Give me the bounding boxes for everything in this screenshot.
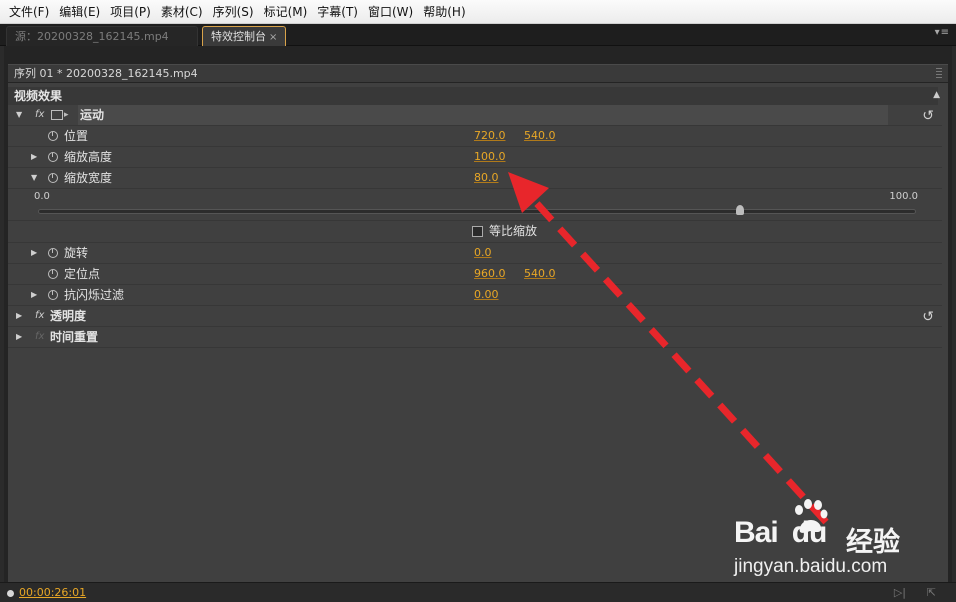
uniform-scale-checkbox[interactable] (472, 226, 483, 237)
effect-time-remap-label: 时间重置 (50, 330, 99, 344)
collapse-triangle-icon[interactable]: ▼ (31, 168, 37, 188)
anchor-y-value[interactable]: 540.0 (524, 264, 556, 284)
param-anchor-point: 定位点 960.0 540.0 (8, 264, 942, 285)
motion-highlight (78, 105, 888, 125)
position-y-value[interactable]: 540.0 (524, 126, 556, 146)
param-position: 位置 720.0 540.0 (8, 126, 942, 147)
expand-triangle-icon[interactable]: ▶ (31, 147, 37, 167)
panel-tab-bar: 源：20200328_162145.mp4 特效控制台 × ▾≡ (0, 24, 956, 46)
transform-icon[interactable] (51, 105, 69, 125)
param-scale-height: ▶ 缩放高度 100.0 (8, 147, 942, 168)
menu-title[interactable]: 字幕(T) (312, 2, 363, 22)
fx-icon: fx (35, 331, 45, 342)
reset-icon[interactable]: ↺ (922, 307, 934, 327)
param-scale-height-label: 缩放高度 (64, 150, 113, 164)
menu-clip[interactable]: 素材(C) (156, 2, 208, 22)
panel-menu-icon[interactable]: ▾≡ (935, 27, 950, 38)
effect-opacity[interactable]: ▶ fx 透明度 ↺ (8, 306, 942, 327)
watermark-bai: Bai (734, 516, 779, 549)
param-rotation-label: 旋转 (64, 246, 89, 260)
anti-flicker-value[interactable]: 0.00 (474, 285, 499, 305)
status-bar: 00:00:26:01 ▷| ⇱ (0, 582, 956, 602)
menu-sequence[interactable]: 序列(S) (208, 2, 259, 22)
stopwatch-icon[interactable] (48, 131, 58, 141)
param-anti-flicker-label: 抗闪烁过滤 (64, 288, 125, 302)
fx-icon[interactable]: fx (35, 306, 44, 326)
menu-help[interactable]: 帮助(H) (418, 2, 470, 22)
position-x-value[interactable]: 720.0 (474, 126, 506, 146)
scale-width-slider-thumb[interactable] (736, 205, 745, 215)
rotation-value[interactable]: 0.0 (474, 243, 492, 263)
watermark-jingyan: 经验 (846, 527, 900, 558)
sequence-header: 序列 01 * 20200328_162145.mp4 (8, 64, 948, 82)
sequence-label: 序列 01 * 20200328_162145.mp4 (14, 67, 198, 80)
stopwatch-icon[interactable] (48, 248, 58, 258)
play-only-icon[interactable]: ▷| (894, 586, 906, 599)
param-scale-width-label: 缩放宽度 (64, 171, 113, 185)
menu-edit[interactable]: 编辑(E) (54, 2, 105, 22)
tab-effect-controls[interactable]: 特效控制台 × (202, 26, 286, 46)
expand-triangle-icon[interactable]: ▶ (16, 306, 22, 326)
scale-width-value[interactable]: 80.0 (474, 168, 499, 188)
param-scale-width: ▼ 缩放宽度 80.0 (8, 168, 942, 189)
uniform-scale-row: 等比缩放 (8, 221, 942, 243)
scale-height-value[interactable]: 100.0 (474, 147, 506, 167)
watermark-du: du (791, 516, 828, 549)
playhead-icon (7, 590, 14, 597)
baidu-watermark: Bai du 经验 jingyan.baidu.com (734, 499, 914, 584)
param-rotation: ▶ 旋转 0.0 (8, 243, 942, 264)
watermark-url: jingyan.baidu.com (734, 556, 888, 577)
stopwatch-icon[interactable] (48, 152, 58, 162)
slider-max-label: 100.0 (889, 191, 918, 202)
fx-icon[interactable]: fx (35, 105, 44, 125)
expand-triangle-icon[interactable]: ▶ (31, 285, 37, 305)
section-title: 视频效果 (14, 89, 63, 103)
timecode[interactable]: 00:00:26:01 (19, 586, 86, 599)
scale-width-slider-row: 0.0 100.0 (8, 189, 942, 221)
expand-triangle-icon[interactable]: ▶ (16, 327, 22, 347)
effect-motion-label: 运动 (80, 108, 105, 122)
param-position-label: 位置 (64, 129, 89, 143)
param-anti-flicker: ▶ 抗闪烁过滤 0.00 (8, 285, 942, 306)
collapse-triangle-icon[interactable]: ▼ (16, 105, 22, 125)
stopwatch-icon[interactable] (48, 269, 58, 279)
menu-marker[interactable]: 标记(M) (259, 2, 313, 22)
grip-icon[interactable] (936, 68, 942, 79)
param-anchor-point-label: 定位点 (64, 267, 101, 281)
menu-file[interactable]: 文件(F) (4, 2, 54, 22)
menu-project[interactable]: 项目(P) (105, 2, 156, 22)
tab-source[interactable]: 源：20200328_162145.mp4 (6, 26, 198, 46)
reset-icon[interactable]: ↺ (922, 106, 934, 126)
menu-bar: 文件(F) 编辑(E) 项目(P) 素材(C) 序列(S) 标记(M) 字幕(T… (0, 0, 956, 24)
export-icon[interactable]: ⇱ (927, 586, 936, 599)
watermark-brand: Bai du (734, 516, 828, 550)
anchor-x-value[interactable]: 960.0 (474, 264, 506, 284)
tab-effect-controls-label: 特效控制台 (211, 30, 266, 43)
scroll-up-icon[interactable]: ▲ (933, 90, 940, 100)
scale-width-slider-track[interactable] (38, 209, 916, 214)
effect-motion[interactable]: ▼ fx 运动 ↺ (8, 105, 942, 126)
expand-triangle-icon[interactable]: ▶ (31, 243, 37, 263)
section-video-effects: 视频效果 (8, 87, 938, 105)
close-icon[interactable]: × (269, 32, 277, 43)
effect-opacity-label: 透明度 (50, 309, 87, 323)
menu-window[interactable]: 窗口(W) (363, 2, 418, 22)
effect-time-remap[interactable]: ▶ fx 时间重置 (8, 327, 942, 348)
stopwatch-icon[interactable] (48, 173, 58, 183)
uniform-scale-label: 等比缩放 (489, 224, 538, 238)
stopwatch-icon[interactable] (48, 290, 58, 300)
slider-min-label: 0.0 (34, 191, 50, 202)
